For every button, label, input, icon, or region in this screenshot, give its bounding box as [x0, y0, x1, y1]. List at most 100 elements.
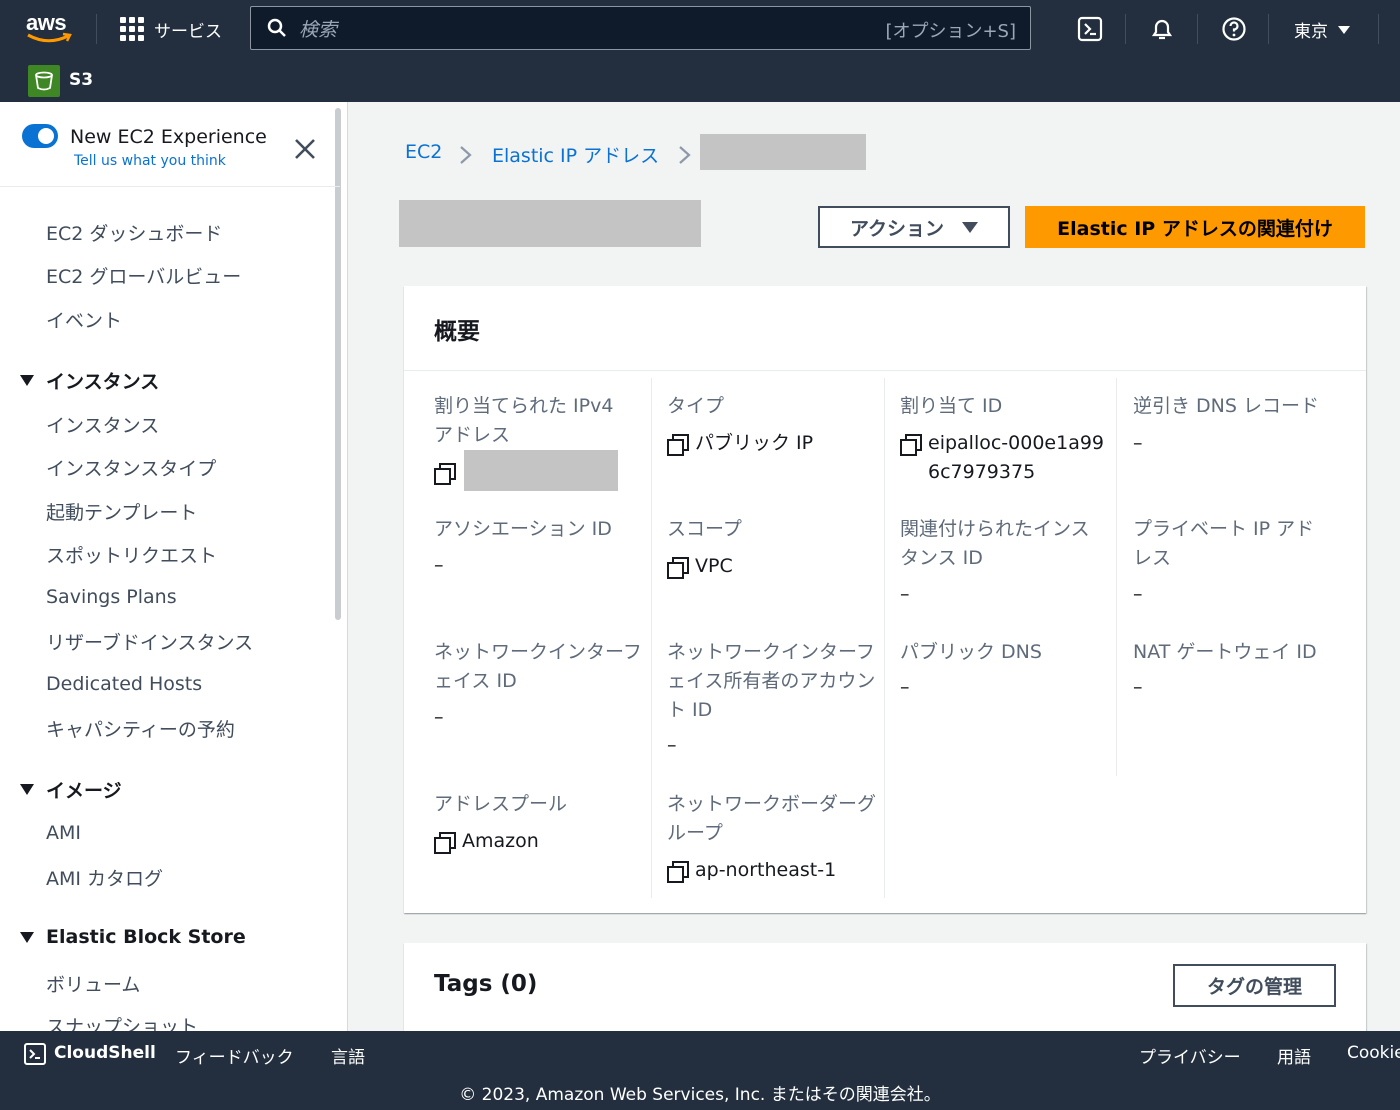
copy-icon[interactable] — [900, 434, 922, 456]
sidebar-item-snapshots[interactable]: スナップショット — [46, 1012, 198, 1031]
region-label: 東京 — [1294, 22, 1328, 42]
feedback-footer-link[interactable]: フィードバック — [175, 1043, 294, 1068]
reverse-dns-value: – — [1133, 432, 1143, 454]
privacy-link[interactable]: プライバシー — [1139, 1043, 1241, 1068]
feedback-link[interactable]: Tell us what you think — [74, 153, 226, 169]
caret-down-icon — [962, 221, 979, 233]
address-pool-label: アドレスプール — [434, 793, 568, 815]
association-id-value: – — [434, 554, 444, 576]
copy-icon[interactable] — [667, 861, 689, 883]
sidebar: New EC2 Experience Tell us what you thin… — [0, 102, 348, 1031]
tags-title: Tags (0) — [434, 971, 538, 997]
sidebar-item-ami-catalog[interactable]: AMI カタログ — [46, 864, 163, 891]
eni-owner-value: – — [667, 734, 677, 756]
footer: CloudShell フィードバック 言語 プライバシー 用語 Cookie ©… — [0, 1031, 1400, 1110]
instance-id-label: 関連付けられたインスタンス ID — [900, 518, 1090, 569]
sidebar-scrollbar[interactable] — [335, 108, 341, 620]
sidebar-item-global-view[interactable]: EC2 グローバルビュー — [46, 262, 241, 289]
cloudshell-link[interactable]: CloudShell — [54, 1043, 156, 1063]
s3-favorite-link[interactable]: S3 — [69, 70, 93, 90]
sidebar-item-launch-templates[interactable]: 起動テンプレート — [46, 498, 197, 525]
search-placeholder: 検索 — [299, 18, 338, 41]
sidebar-item-volumes[interactable]: ボリューム — [46, 970, 140, 997]
sidebar-item-dedicated-hosts[interactable]: Dedicated Hosts — [46, 673, 202, 695]
sidebar-item-capacity-reservations[interactable]: キャパシティーの予約 — [46, 715, 235, 742]
sidebar-item-instance-types[interactable]: インスタンスタイプ — [46, 454, 216, 481]
associate-elastic-ip-button[interactable]: Elastic IP アドレスの関連付け — [1025, 206, 1365, 248]
type-value: パブリック IP — [667, 429, 813, 458]
region-selector[interactable]: 東京 — [1294, 17, 1350, 42]
actions-dropdown-button[interactable]: アクション — [818, 206, 1010, 248]
reverse-dns-label: 逆引き DNS レコード — [1133, 395, 1319, 417]
sidebar-section-ebs[interactable]: Elastic Block Store — [20, 926, 246, 948]
breadcrumb-redacted — [700, 134, 866, 170]
sidebar-section-instances[interactable]: インスタンス — [20, 367, 159, 394]
sidebar-item-ami[interactable]: AMI — [46, 822, 81, 844]
chevron-right-icon — [460, 146, 472, 164]
chevron-down-icon — [1338, 25, 1350, 34]
page-title-redacted — [399, 200, 701, 247]
scope-value: VPC — [667, 552, 733, 581]
close-icon[interactable] — [292, 136, 318, 162]
search-icon — [267, 18, 286, 37]
new-experience-toggle[interactable] — [22, 124, 58, 148]
ipv4-redacted — [464, 450, 618, 491]
copy-icon[interactable] — [434, 832, 456, 854]
eni-label: ネットワークインターフェイス ID — [434, 641, 642, 692]
public-dns-label: パブリック DNS — [900, 641, 1042, 663]
caret-down-icon — [20, 784, 34, 795]
chevron-right-icon — [679, 146, 691, 164]
language-link[interactable]: 言語 — [331, 1043, 365, 1068]
association-id-label: アソシエーション ID — [434, 518, 612, 540]
type-label: タイプ — [667, 395, 725, 417]
copy-icon[interactable] — [434, 463, 456, 485]
sidebar-item-savings-plans[interactable]: Savings Plans — [46, 586, 177, 608]
search-input[interactable]: 検索 [オプション+S] — [250, 6, 1031, 50]
top-navigation: aws サービス 検索 [オプション+S] 東京 S3 — [0, 0, 1400, 102]
private-ip-label: プライベート IP アドレス — [1133, 518, 1315, 569]
cookie-link[interactable]: Cookie — [1347, 1043, 1400, 1063]
copyright-text: © 2023, Amazon Web Services, Inc. またはその関… — [459, 1085, 941, 1105]
address-pool-value: Amazon — [434, 827, 539, 856]
copy-icon[interactable] — [667, 434, 689, 456]
sidebar-item-dashboard[interactable]: EC2 ダッシュボード — [46, 219, 222, 246]
sidebar-section-images[interactable]: イメージ — [20, 776, 122, 803]
copy-icon[interactable] — [667, 557, 689, 579]
scope-label: スコープ — [667, 518, 742, 540]
sidebar-item-events[interactable]: イベント — [46, 306, 122, 333]
ipv4-label: 割り当てられた IPv4 アドレス — [434, 395, 614, 446]
s3-service-icon[interactable] — [28, 65, 60, 97]
breadcrumb-ec2[interactable]: EC2 — [405, 141, 442, 163]
allocation-id-value: eipalloc-000e1a996c7979375 — [900, 429, 1110, 487]
tags-panel: Tags (0) タグの管理 — [404, 943, 1366, 1043]
nat-gateway-value: – — [1133, 676, 1143, 698]
help-icon[interactable] — [1221, 16, 1247, 42]
nat-gateway-label: NAT ゲートウェイ ID — [1133, 641, 1317, 663]
instance-id-value: – — [900, 583, 910, 605]
breadcrumb-elastic-ip[interactable]: Elastic IP アドレス — [492, 141, 659, 168]
border-group-value: ap-northeast-1 — [667, 856, 836, 885]
search-shortcut: [オプション+S] — [885, 21, 1016, 42]
border-group-label: ネットワークボーダーグループ — [667, 793, 877, 844]
eni-value: – — [434, 706, 444, 728]
private-ip-value: – — [1133, 583, 1143, 605]
public-dns-value: – — [900, 676, 910, 698]
cloudshell-icon[interactable] — [24, 1043, 46, 1065]
sidebar-item-reserved-instances[interactable]: リザーブドインスタンス — [46, 628, 253, 655]
notifications-bell-icon[interactable] — [1149, 16, 1175, 42]
aws-logo[interactable]: aws — [26, 10, 74, 46]
summary-panel: 概要 割り当てられた IPv4 アドレス タイプ パブリック IP 割り当て I… — [404, 286, 1366, 913]
cloudshell-icon[interactable] — [1077, 16, 1103, 42]
services-grid-icon — [120, 17, 144, 41]
experience-title: New EC2 Experience — [70, 126, 267, 148]
summary-title: 概要 — [434, 319, 480, 345]
eni-owner-label: ネットワークインターフェイス所有者のアカウント ID — [667, 641, 876, 721]
sidebar-item-instances[interactable]: インスタンス — [46, 411, 159, 438]
favorites-bar: S3 — [0, 56, 1400, 102]
services-menu-button[interactable]: サービス — [120, 16, 222, 42]
terms-link[interactable]: 用語 — [1277, 1043, 1311, 1068]
services-label: サービス — [154, 21, 222, 42]
caret-down-icon — [20, 375, 34, 386]
manage-tags-button[interactable]: タグの管理 — [1173, 964, 1336, 1007]
sidebar-item-spot-requests[interactable]: スポットリクエスト — [46, 541, 217, 568]
